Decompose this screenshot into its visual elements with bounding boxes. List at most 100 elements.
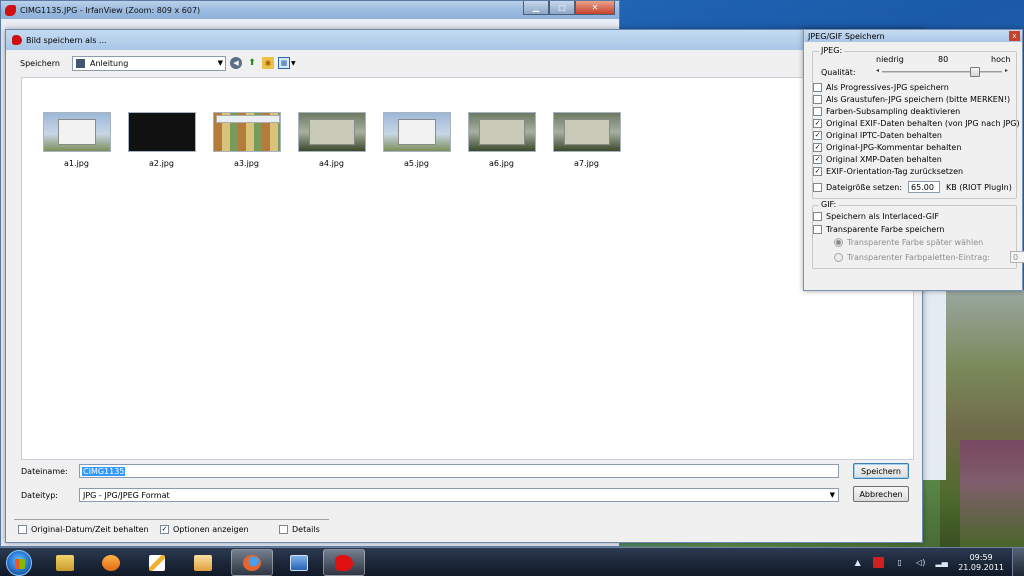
view-menu-icon[interactable]: ▦ — [278, 57, 290, 69]
transparent-palette-radio[interactable]: Transparenter Farbpaletten-Eintrag: 0 — [834, 251, 1024, 263]
save-dialog-titlebar[interactable]: Bild speichern als ... — [6, 30, 922, 50]
folder-icon — [56, 554, 74, 571]
firefox-icon — [243, 554, 261, 571]
folder-up-icon[interactable]: ⬆ — [246, 57, 258, 69]
close-button[interactable]: ✕ — [575, 1, 615, 15]
new-folder-icon[interactable]: ✱ — [262, 57, 274, 69]
maximize-button[interactable]: □ — [549, 1, 575, 15]
start-button[interactable] — [6, 550, 32, 576]
transparent-later-radio[interactable]: Transparente Farbe später wählen — [834, 238, 983, 247]
file-item[interactable]: a4.jpg — [289, 112, 374, 168]
jpeg-gif-titlebar[interactable]: JPEG/GIF Speichern — [804, 30, 1022, 42]
thumbnail-list: a1.jpg a2.jpg a3.jpg a4.jpg a5.jpg a6.jp… — [34, 112, 629, 168]
jpeg-option-label: Original IPTC-Daten behalten — [826, 131, 942, 140]
save-in-label: Speichern — [20, 58, 60, 68]
jpeg-option-checkbox[interactable]: ✓ EXIF-Orientation-Tag zurücksetzen — [813, 167, 963, 176]
jpeg-option-checkbox[interactable]: Farben-Subsampling deaktivieren — [813, 107, 960, 116]
radio-selected-icon — [834, 238, 843, 247]
taskbar-window[interactable] — [278, 549, 320, 576]
jpeg-option-checkbox[interactable]: ✓ Original IPTC-Daten behalten — [813, 131, 942, 140]
taskbar-tool[interactable] — [136, 549, 178, 576]
irfanview-title: CIMG1135.JPG - IrfanView (Zoom: 809 x 60… — [20, 5, 201, 15]
keep-date-checkbox[interactable]: Original-Datum/Zeit behalten — [18, 525, 149, 534]
filetype-value: JPG - JPG/JPEG Format — [83, 490, 170, 500]
jpeg-option-checkbox[interactable]: ✓ Original EXIF-Daten behalten (von JPG … — [813, 119, 1020, 128]
window-controls: ▁ □ ✕ — [523, 1, 615, 15]
file-name: a5.jpg — [404, 159, 429, 168]
quality-label: Qualität: — [821, 68, 856, 77]
volume-icon[interactable]: ◁) — [915, 557, 926, 568]
file-item[interactable]: a3.jpg — [204, 112, 289, 168]
file-item[interactable]: a2.jpg — [119, 112, 204, 168]
radio-icon — [834, 252, 843, 262]
minimize-button[interactable]: ▁ — [523, 1, 549, 15]
network-signal-icon[interactable]: ▂▄ — [936, 557, 948, 568]
file-list-pane[interactable]: a1.jpg a2.jpg a3.jpg a4.jpg a5.jpg a6.jp… — [21, 77, 914, 460]
chevron-down-icon: ▼ — [217, 58, 223, 67]
save-button[interactable]: Speichern — [853, 463, 909, 479]
file-thumbnail — [127, 112, 196, 152]
file-name: a2.jpg — [149, 159, 174, 168]
filename-input[interactable]: CIMG1135 — [79, 464, 839, 478]
save-image-dialog: Bild speichern als ... Speichern Anleitu… — [5, 29, 923, 543]
show-options-checkbox[interactable]: ✓ Optionen anzeigen — [160, 525, 249, 534]
file-name: a6.jpg — [489, 159, 514, 168]
irfanview-icon — [335, 554, 353, 571]
clock[interactable]: 09:59 21.09.2011 — [958, 553, 1004, 573]
quality-low-label: niedrig — [876, 55, 904, 64]
gif-option-checkbox[interactable]: Speichern als Interlaced-GIF — [813, 212, 939, 221]
file-name: a7.jpg — [574, 159, 599, 168]
show-hidden-icons-icon[interactable]: ▲ — [852, 557, 863, 568]
jpeg-option-checkbox[interactable]: Als Graustufen-JPG speichern (bitte MERK… — [813, 95, 1010, 104]
save-in-combobox[interactable]: Anleitung ▼ — [72, 55, 226, 71]
checkmark-icon: ✓ — [160, 525, 169, 534]
desktop-wallpaper-heather — [960, 440, 1024, 547]
filesize-input[interactable]: 65.00 — [908, 181, 941, 193]
view-menu-chevron-icon[interactable]: ▼ — [291, 60, 296, 67]
close-button[interactable]: x — [1009, 31, 1020, 41]
security-shield-icon[interactable] — [873, 557, 885, 568]
taskbar-irfanview[interactable] — [323, 549, 365, 576]
cancel-button[interactable]: Abbrechen — [853, 486, 909, 502]
gif-option-checkbox[interactable]: Transparente Farbe speichern — [813, 225, 944, 234]
file-item[interactable]: a5.jpg — [374, 112, 459, 168]
details-checkbox[interactable]: Details — [279, 525, 320, 534]
file-name: a3.jpg — [234, 159, 259, 168]
quality-value: 80 — [938, 55, 949, 64]
filename-row: Dateiname: CIMG1135 — [21, 464, 839, 478]
file-thumbnail — [42, 112, 111, 152]
irfanview-titlebar[interactable]: CIMG1135.JPG - IrfanView (Zoom: 809 x 60… — [1, 1, 619, 19]
jpeg-gif-options-window: JPEG/GIF Speichern x JPEG: niedrig 80 ho… — [803, 29, 1024, 291]
slider-track — [882, 71, 1002, 73]
jpeg-option-label: Als Progressives-JPG speichern — [826, 83, 949, 92]
taskbar: ▲ ▯ ◁) ▂▄ 09:59 21.09.2011 — [0, 547, 1024, 576]
show-desktop-button[interactable] — [1012, 548, 1024, 576]
file-item[interactable]: a7.jpg — [544, 112, 629, 168]
jpeg-option-checkbox[interactable]: ✓ Original XMP-Daten behalten — [813, 155, 942, 164]
palette-entry-input[interactable]: 0 — [1009, 251, 1024, 263]
clock-time: 09:59 — [969, 552, 993, 562]
slider-left-arrow-icon[interactable]: ◂ — [876, 67, 879, 74]
filesize-label: Dateigröße setzen: — [826, 182, 903, 192]
slider-right-arrow-icon[interactable]: ▸ — [1005, 67, 1008, 74]
quality-slider[interactable]: ◂ ▸ — [876, 67, 1008, 77]
file-item[interactable]: a1.jpg — [34, 112, 119, 168]
taskbar-explorer[interactable] — [44, 549, 86, 576]
jpeg-option-label: Farben-Subsampling deaktivieren — [826, 107, 961, 116]
slider-thumb[interactable] — [970, 67, 980, 77]
checkbox-icon — [813, 95, 822, 104]
checkmark-icon: ✓ — [813, 155, 822, 164]
checkbox-icon[interactable] — [813, 182, 822, 192]
filetype-select[interactable]: JPG - JPG/JPEG Format ▼ — [79, 488, 839, 502]
taskbar-firefox[interactable] — [231, 549, 273, 576]
taskbar-media-player[interactable] — [90, 549, 132, 576]
file-item[interactable]: a6.jpg — [459, 112, 544, 168]
taskbar-mail[interactable] — [182, 549, 224, 576]
save-dialog-title: Bild speichern als ... — [26, 35, 107, 45]
jpeg-option-checkbox[interactable]: Als Progressives-JPG speichern — [813, 83, 949, 92]
battery-icon[interactable]: ▯ — [894, 557, 905, 568]
jpeg-option-checkbox[interactable]: ✓ Original-JPG-Kommentar behalten — [813, 143, 961, 152]
file-name: a4.jpg — [319, 159, 344, 168]
filename-value: CIMG1135 — [82, 466, 126, 476]
back-icon[interactable]: ◀ — [230, 57, 242, 69]
